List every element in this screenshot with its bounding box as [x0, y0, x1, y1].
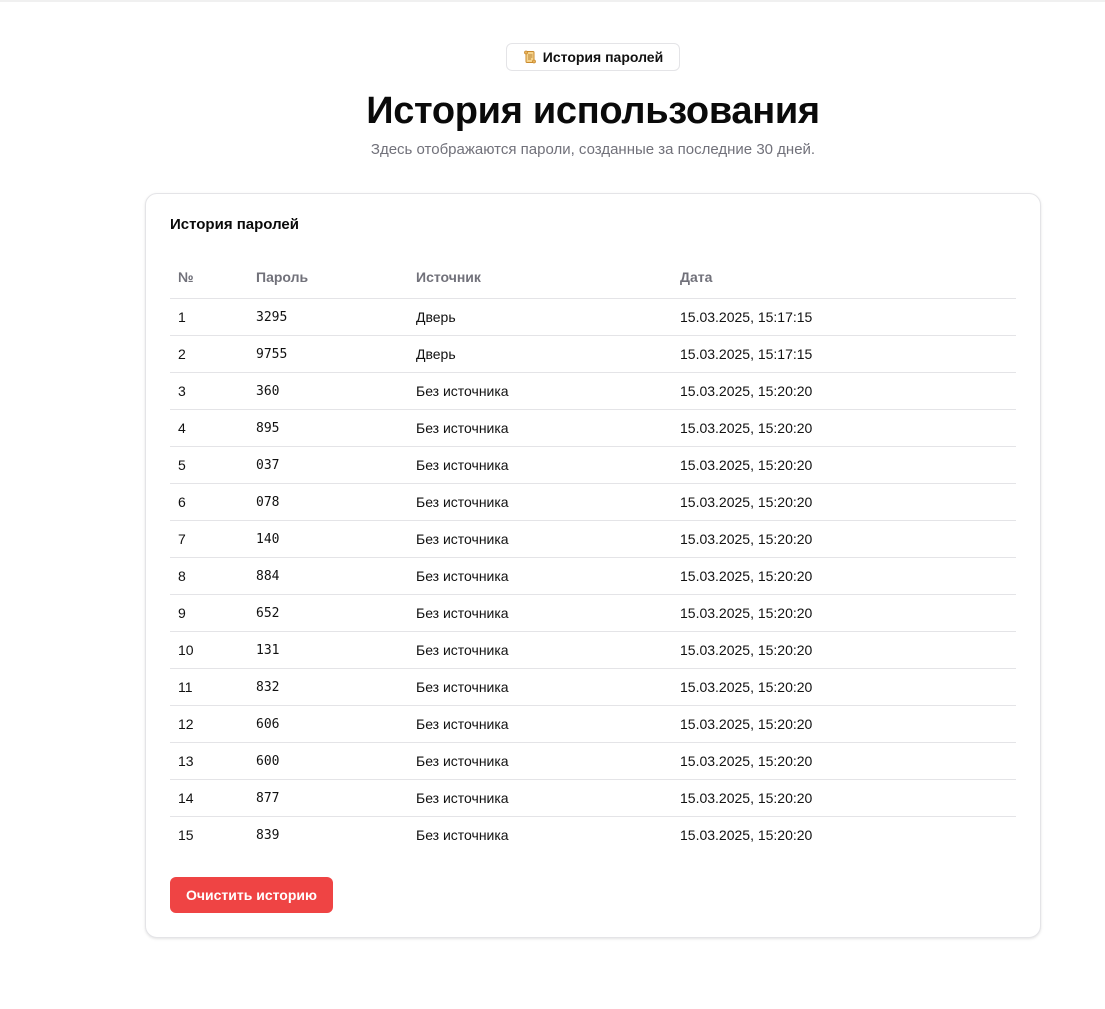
row-date: 15.03.2025, 15:20:20 — [672, 742, 1016, 780]
row-date: 15.03.2025, 15:20:20 — [672, 446, 1016, 484]
row-date: 15.03.2025, 15:20:20 — [672, 705, 1016, 743]
row-password: 606 — [248, 705, 408, 743]
row-number: 15 — [178, 827, 194, 843]
row-source: Без источника — [408, 631, 672, 669]
row-password: 037 — [248, 446, 408, 484]
row-number: 13 — [170, 742, 248, 780]
row-password: 131 — [248, 631, 408, 669]
row-number: 1 — [170, 298, 248, 336]
table-row: 13 600 Без источника 15.03.2025, 15:20:20 — [170, 742, 1016, 780]
row-password: 877 — [248, 779, 408, 817]
table-row: 6 078 Без источника 15.03.2025, 15:20:20 — [170, 483, 1016, 521]
row-date: 15.03.2025, 15:20:20 — [672, 668, 1016, 706]
row-number: 3 — [170, 372, 248, 410]
row-number: 10 — [170, 631, 248, 669]
column-header-password: Пароль — [248, 256, 408, 299]
row-source: Без источника — [408, 372, 672, 410]
badge-label: История паролей — [542, 49, 664, 65]
row-date: 15.03.2025, 15:20:20 — [672, 409, 1016, 447]
row-date: 15.03.2025, 15:20:20 — [680, 827, 813, 843]
column-header-source: Источник — [408, 256, 672, 299]
row-source: Без источника — [408, 446, 672, 484]
table-row: 12 606 Без источника 15.03.2025, 15:20:20 — [170, 705, 1016, 743]
table-row: 7 140 Без источника 15.03.2025, 15:20:20 — [170, 520, 1016, 558]
row-date: 15.03.2025, 15:17:15 — [672, 298, 1016, 336]
row-date: 15.03.2025, 15:20:20 — [672, 631, 1016, 669]
row-source: Без источника — [408, 668, 672, 706]
row-number: 5 — [170, 446, 248, 484]
row-source: Без источника — [416, 827, 509, 843]
row-password: 078 — [248, 483, 408, 521]
table-row: 5 037 Без источника 15.03.2025, 15:20:20 — [170, 446, 1016, 484]
row-date: 15.03.2025, 15:20:20 — [672, 372, 1016, 410]
scroll-icon — [523, 50, 537, 64]
row-date: 15.03.2025, 15:20:20 — [672, 594, 1016, 632]
row-source: Без источника — [408, 409, 672, 447]
row-source: Без источника — [408, 594, 672, 632]
table-body: 1 3295 Дверь 15.03.2025, 15:17:15 2 9755 Дверь… — [170, 298, 1016, 854]
row-source: Без источника — [408, 557, 672, 595]
table-row: 3 360 Без источника 15.03.2025, 15:20:20 — [170, 372, 1016, 410]
column-header-date: Дата — [672, 256, 1016, 299]
row-password: 3295 — [248, 298, 408, 336]
row-password: 652 — [248, 594, 408, 632]
row-password: 360 — [248, 372, 408, 410]
row-source: Дверь — [408, 298, 672, 336]
table-row: 9 652 Без источника 15.03.2025, 15:20:20 — [170, 594, 1016, 632]
row-date: 15.03.2025, 15:20:20 — [672, 779, 1016, 817]
row-number: 8 — [170, 557, 248, 595]
table-row: 4 895 Без источника 15.03.2025, 15:20:20 — [170, 409, 1016, 447]
row-password: 832 — [248, 668, 408, 706]
row-password: 9755 — [248, 335, 408, 373]
row-password: 839 — [256, 827, 280, 843]
row-number: 14 — [170, 779, 248, 817]
row-password: 884 — [248, 557, 408, 595]
table-row: 10 131 Без источника 15.03.2025, 15:20:20 — [170, 631, 1016, 669]
row-source: Дверь — [408, 335, 672, 373]
row-password: 140 — [248, 520, 408, 558]
history-badge: История паролей — [505, 43, 681, 71]
page-title: История использования — [366, 90, 820, 132]
card-title: История паролей — [170, 216, 299, 233]
row-number: 11 — [170, 668, 248, 706]
table-header-row: № Пароль Источник Дата — [170, 256, 1016, 299]
history-card: История паролей № Пароль Источник Дата 1… — [145, 193, 1041, 938]
row-source: Без источника — [408, 779, 672, 817]
row-number: 2 — [170, 335, 248, 373]
column-header-number: № — [170, 256, 248, 299]
row-date: 15.03.2025, 15:17:15 — [672, 335, 1016, 373]
row-source: Без источника — [408, 483, 672, 521]
row-date: 15.03.2025, 15:20:20 — [672, 557, 1016, 595]
row-password: 895 — [248, 409, 408, 447]
row-date: 15.03.2025, 15:20:20 — [672, 483, 1016, 521]
row-source: Без источника — [408, 742, 672, 780]
row-password: 600 — [248, 742, 408, 780]
clear-history-button[interactable]: Очистить историю — [170, 877, 333, 913]
table-row: 1 3295 Дверь 15.03.2025, 15:17:15 — [170, 298, 1016, 336]
table-row: 14 877 Без источника 15.03.2025, 15:20:20 — [170, 779, 1016, 817]
row-source: Без источника — [408, 520, 672, 558]
top-divider — [0, 0, 1105, 2]
table-row: 11 832 Без источника 15.03.2025, 15:20:20 — [170, 668, 1016, 706]
page-header: История паролей История использования Зд… — [0, 43, 1105, 161]
table-row: 2 9755 Дверь 15.03.2025, 15:17:15 — [170, 335, 1016, 373]
row-date: 15.03.2025, 15:20:20 — [672, 520, 1016, 558]
row-source: Без источника — [408, 705, 672, 743]
table-row: 8 884 Без источника 15.03.2025, 15:20:20 — [170, 557, 1016, 595]
table-row: 15 839 Без источника 15.03.2025, 15:20:20 — [170, 817, 1016, 854]
row-number: 9 — [170, 594, 248, 632]
row-number: 4 — [170, 409, 248, 447]
page-subtitle: Здесь отображаются пароли, созданные за … — [370, 141, 816, 158]
row-number: 6 — [170, 483, 248, 521]
history-table: № Пароль Источник Дата 1 3295 Дверь 15.03.2… — [170, 256, 1016, 853]
row-number: 7 — [170, 520, 248, 558]
row-number: 12 — [170, 705, 248, 743]
